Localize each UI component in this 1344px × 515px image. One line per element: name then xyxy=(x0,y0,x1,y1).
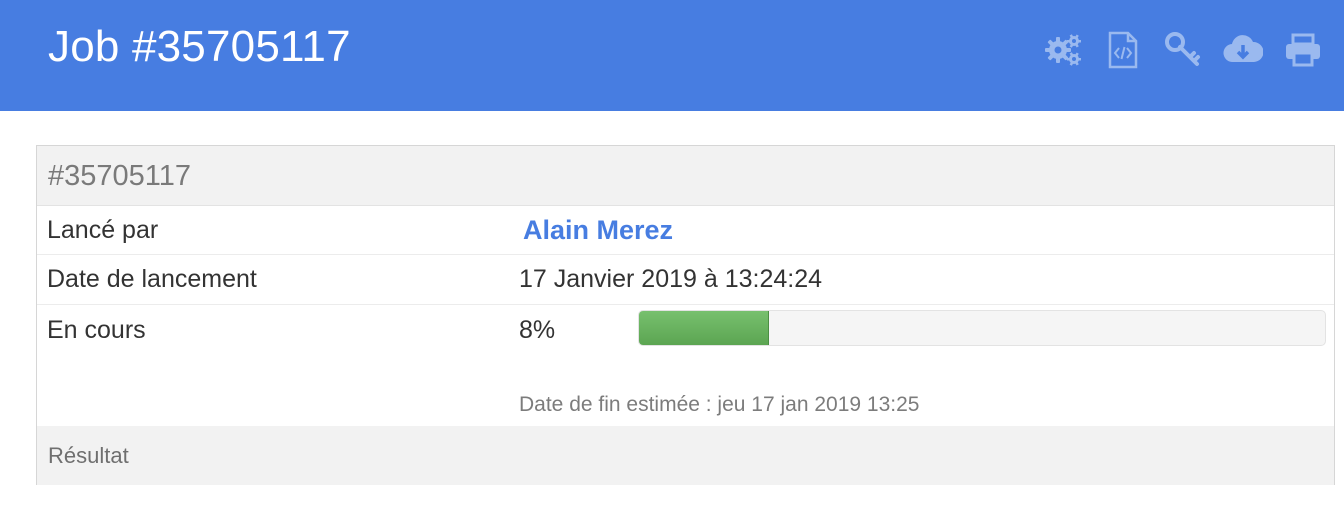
status-label: En cours xyxy=(47,316,146,344)
job-panel: #35705117 Lancé par Alain Merez Date de … xyxy=(36,145,1335,485)
toolbar xyxy=(1044,30,1322,70)
key-button[interactable] xyxy=(1164,30,1202,70)
row-launch-date: Date de lancement 17 Janvier 2019 à 13:2… xyxy=(37,255,1334,305)
cloud-download-icon xyxy=(1223,34,1263,66)
download-button[interactable] xyxy=(1223,30,1263,70)
progress-bar-fill xyxy=(639,311,770,345)
estimated-end-date: Date de fin estimée : jeu 17 jan 2019 13… xyxy=(519,393,920,416)
launched-by-value: Alain Merez xyxy=(519,215,673,246)
code-file-icon xyxy=(1107,31,1139,69)
panel-heading: #35705117 xyxy=(37,146,1334,206)
result-label: Résultat xyxy=(48,443,129,468)
launch-date-label: Date de lancement xyxy=(47,265,257,293)
page-header: Job #35705117 xyxy=(0,0,1344,111)
user-link[interactable]: Alain Merez xyxy=(523,215,673,245)
print-icon xyxy=(1285,33,1321,67)
row-launched-by: Lancé par Alain Merez xyxy=(37,206,1334,255)
panel-footer: Résultat xyxy=(37,426,1334,485)
gears-icon xyxy=(1044,32,1082,68)
row-status: En cours 8% Date de fin estimée : jeu 17… xyxy=(37,305,1334,426)
progress-bar xyxy=(638,310,1326,346)
key-icon xyxy=(1165,32,1201,68)
launch-date-value: 17 Janvier 2019 à 13:24:24 xyxy=(519,265,823,293)
job-id: #35705117 xyxy=(48,160,192,192)
print-button[interactable] xyxy=(1284,30,1322,70)
progress-percent: 8% xyxy=(519,316,556,344)
page-title: Job #35705117 xyxy=(48,22,351,71)
launched-by-label: Lancé par xyxy=(47,216,159,244)
source-code-button[interactable] xyxy=(1104,30,1142,70)
settings-button[interactable] xyxy=(1044,30,1082,70)
